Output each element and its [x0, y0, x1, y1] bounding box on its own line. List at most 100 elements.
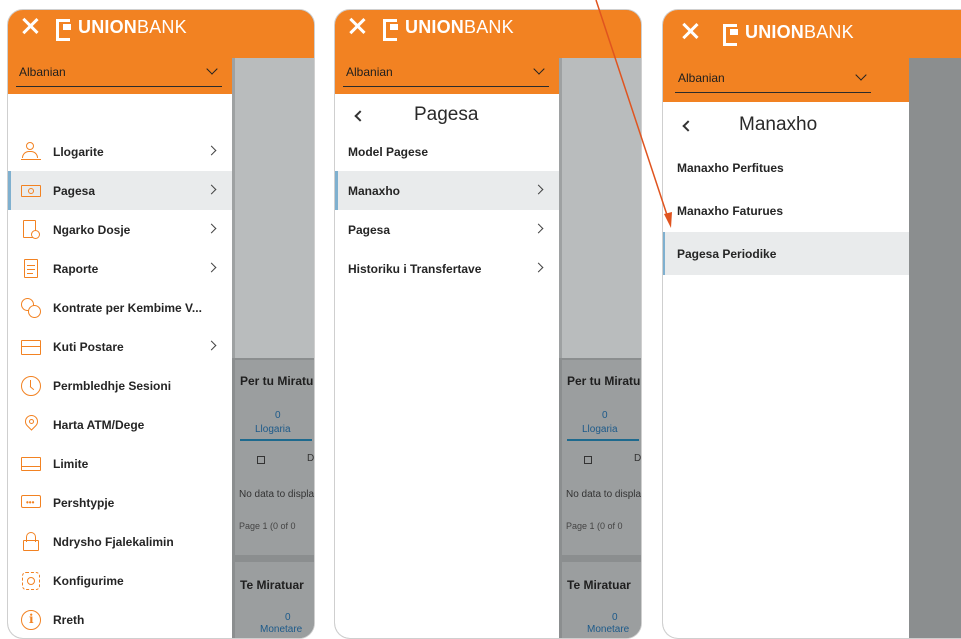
close-icon[interactable] — [348, 17, 366, 35]
screen-pagesa-menu: Per tu Miratu 0 Llogaria D No data to di… — [334, 9, 642, 639]
mailbox-icon — [21, 337, 41, 357]
chevron-right-icon — [206, 184, 217, 195]
chevron-right-icon — [533, 223, 544, 234]
menu-item-ndrysho-fjalekalimin[interactable]: Ndrysho Fjalekalimin — [8, 522, 232, 561]
language-select[interactable]: Albanian — [16, 63, 222, 87]
tab-monetare[interactable]: Monetare — [587, 624, 629, 635]
pager: Page 1 (0 of 0 — [566, 521, 623, 531]
pending-approval-panel: Per tu Miratu 0 Llogaria D No data to di… — [235, 360, 314, 555]
drawer-header: UNIONBANK Albanian — [663, 10, 909, 102]
tab-llogaria[interactable]: Llogaria — [255, 424, 291, 435]
menu-item-pagesa[interactable]: Pagesa — [8, 171, 232, 210]
manaxho-submenu-list: Manaxho Perfitues Manaxho Faturues Pages… — [663, 146, 909, 275]
close-icon[interactable] — [21, 17, 39, 35]
unionbank-logo-mark — [56, 19, 74, 41]
card-icon — [21, 454, 41, 474]
chevron-right-icon — [206, 340, 217, 351]
unionbank-logo: UNIONBANK — [723, 21, 854, 46]
chevron-down-icon — [855, 69, 867, 81]
info-icon: i — [21, 609, 41, 630]
chevron-down-icon — [533, 63, 545, 75]
submenu-item-model-pagese[interactable]: Model Pagese — [335, 132, 559, 171]
nav-drawer: UNIONBANK Albanian Pagesa Model Pagese M… — [335, 10, 559, 638]
menu-item-limite[interactable]: Limite — [8, 444, 232, 483]
panel-title: Per tu Miratu — [240, 374, 314, 388]
menu-item-ngarko-dosje[interactable]: Ngarko Dosje — [8, 210, 232, 249]
file-upload-icon — [21, 219, 41, 240]
users-icon — [21, 141, 41, 162]
menu-item-harta-atm[interactable]: Harta ATM/Dege — [8, 405, 232, 444]
panel-title: Te Miratuar — [240, 578, 304, 592]
back-chevron-icon[interactable] — [682, 120, 694, 132]
select-all-checkbox[interactable] — [257, 456, 265, 464]
unionbank-logo: UNIONBANK — [383, 16, 514, 41]
chevron-right-icon — [206, 145, 217, 156]
menu-item-permbledhje-sesioni[interactable]: Permbledhje Sesioni — [8, 366, 232, 405]
tab-underline — [240, 439, 312, 441]
dashboard-card — [232, 58, 314, 358]
nav-drawer: UNIONBANK Albanian Llogarite Pagesa Ngar… — [8, 10, 232, 638]
submenu-item-historiku[interactable]: Historiku i Transfertave — [335, 249, 559, 288]
submenu-item-pagesa-periodike[interactable]: Pagesa Periodike — [663, 232, 909, 275]
panel-title: Per tu Miratu — [567, 374, 641, 388]
unionbank-logo-mark — [723, 24, 741, 46]
submenu-item-manaxho-perfitues[interactable]: Manaxho Perfitues — [663, 146, 909, 189]
submenu-item-manaxho-faturues[interactable]: Manaxho Faturues — [663, 189, 909, 232]
language-value: Albanian — [678, 71, 725, 85]
gear-icon — [21, 571, 41, 591]
empty-message: No data to display — [239, 489, 315, 500]
select-all-checkbox[interactable] — [584, 456, 592, 464]
language-select[interactable]: Albanian — [343, 63, 549, 87]
clock-icon — [21, 375, 41, 396]
cash-icon — [21, 181, 41, 201]
nav-drawer: UNIONBANK Albanian Manaxho Manaxho Perfi… — [663, 10, 909, 638]
close-icon[interactable] — [681, 22, 699, 40]
tab-monetare[interactable]: Monetare — [260, 624, 302, 635]
main-menu-list: Llogarite Pagesa Ngarko Dosje Raporte Ko… — [8, 132, 232, 638]
chevron-right-icon — [206, 262, 217, 273]
menu-item-kontrate[interactable]: Kontrate per Kembime V... — [8, 288, 232, 327]
column-header: D — [634, 453, 642, 464]
back-chevron-icon[interactable] — [354, 110, 366, 122]
language-value: Albanian — [346, 65, 393, 79]
menu-item-llogarite[interactable]: Llogarite — [8, 132, 232, 171]
language-value: Albanian — [19, 65, 66, 79]
language-select[interactable]: Albanian — [675, 69, 871, 93]
tab-count: 0 — [275, 410, 281, 421]
menu-item-konfigurime[interactable]: Konfigurime — [8, 561, 232, 600]
submenu-item-manaxho[interactable]: Manaxho — [335, 171, 559, 210]
approved-panel: Te Miratuar 0 Monetare — [235, 562, 314, 638]
menu-item-raporte[interactable]: Raporte — [8, 249, 232, 288]
location-pin-icon — [21, 411, 41, 435]
menu-item-kuti-postare[interactable]: Kuti Postare — [8, 327, 232, 366]
submenu-header: Pagesa — [335, 96, 559, 136]
menu-item-pershtypje[interactable]: ••• Pershtypje — [8, 483, 232, 522]
feedback-icon: ••• — [21, 493, 41, 513]
lock-icon — [21, 531, 41, 552]
submenu-title: Manaxho — [739, 114, 818, 135]
submenu-title: Pagesa — [414, 104, 479, 125]
screen-main-menu: Per tu Miratu 0 Llogaria D No data to di… — [7, 9, 315, 639]
pending-approval-panel: Per tu Miratu 0 Llogaria D No data to di… — [562, 360, 641, 555]
unionbank-logo: UNIONBANK — [56, 16, 187, 41]
tab-count: 0 — [602, 410, 608, 421]
submenu-header: Manaxho — [663, 106, 909, 146]
menu-item-rreth[interactable]: i Rreth — [8, 600, 232, 638]
drawer-header: UNIONBANK Albanian — [335, 10, 559, 94]
chevron-right-icon — [206, 223, 217, 234]
pager: Page 1 (0 of 0 — [239, 521, 296, 531]
submenu-item-pagesa[interactable]: Pagesa — [335, 210, 559, 249]
tab-count: 0 — [285, 612, 291, 623]
drawer-header: UNIONBANK Albanian — [8, 10, 232, 94]
approved-panel: Te Miratuar 0 Monetare — [562, 562, 641, 638]
exchange-icon — [21, 297, 41, 318]
screen-manaxho-menu: UNIONBANK Albanian Manaxho Manaxho Perfi… — [662, 9, 961, 639]
tab-llogaria[interactable]: Llogaria — [582, 424, 618, 435]
report-icon — [21, 258, 41, 279]
chevron-right-icon — [533, 262, 544, 273]
empty-message: No data to display — [566, 489, 642, 500]
column-header: D — [307, 453, 315, 464]
tab-count: 0 — [612, 612, 618, 623]
panel-title: Te Miratuar — [567, 578, 631, 592]
unionbank-logo-mark — [383, 19, 401, 41]
